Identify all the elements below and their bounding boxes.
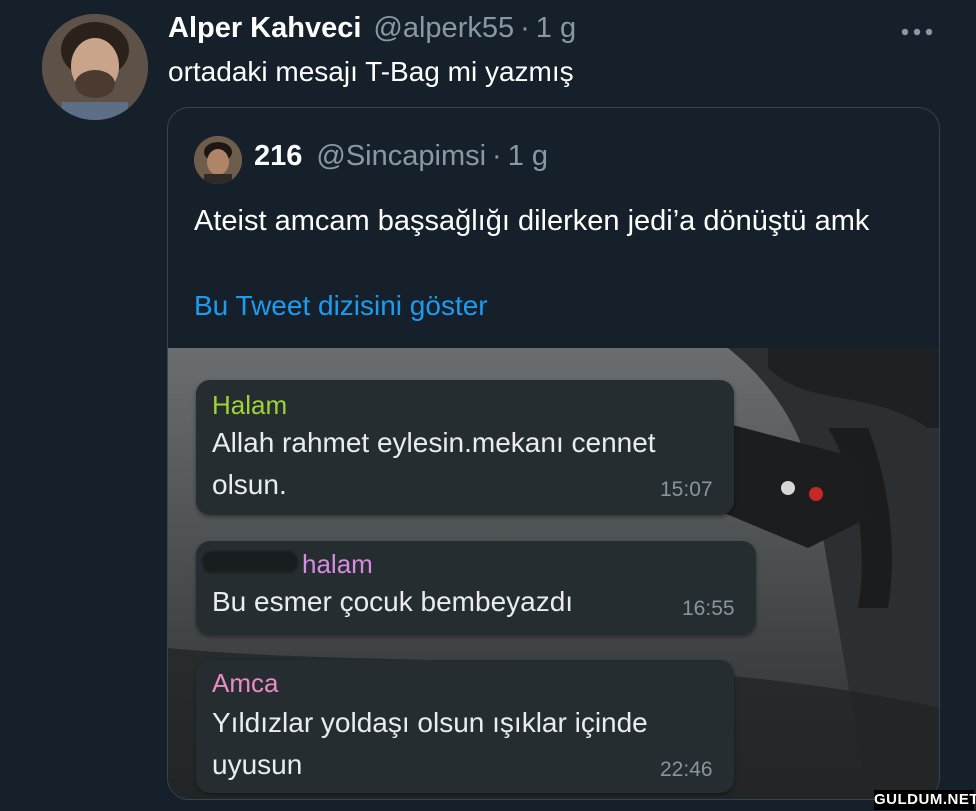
quoted-tweet-media[interactable]: Halam Allah rahmet eylesin.mekanı cennet… (168, 348, 939, 799)
quoted-author-handle: @Sincapimsi (316, 140, 487, 172)
author-handle[interactable]: @alperk55 (373, 12, 514, 45)
quoted-tweet-text: Ateist amcam başsağlığı dilerken jedi’a … (194, 205, 870, 237)
more-horizontal-icon[interactable] (900, 18, 940, 42)
chat-sender-name: halam (302, 549, 373, 579)
quoted-tweet-header: 216 @Sincapimsi · 1 g (254, 140, 548, 173)
separator-dot: · (520, 12, 530, 44)
redacted-name-blur (202, 551, 298, 573)
chat-message-time: 15:07 (660, 478, 713, 501)
chat-message-text: Bu esmer çocuk bembeyazdı (212, 586, 574, 617)
tweet-header: Alper Kahveci @alperk55 · 1 g (168, 12, 576, 52)
chat-message-time: 16:55 (682, 597, 735, 620)
tweet-text: ortadaki mesajı T-Bag mi yazmış (168, 56, 574, 87)
chat-message-text: Allah rahmet eylesin.mekanı cennet olsun… (212, 427, 656, 500)
chat-sender-name: Halam (212, 390, 288, 420)
quoted-tweet-card[interactable]: 216 @Sincapimsi · 1 g Ateist amcam başsa… (167, 107, 940, 800)
quoted-author-name: 216 (254, 140, 303, 172)
show-thread-link[interactable]: Bu Tweet dizisini göster (194, 290, 488, 322)
author-avatar[interactable] (42, 14, 148, 120)
quoted-separator-dot: · (492, 140, 502, 172)
tweet-timestamp[interactable]: 1 g (536, 12, 576, 45)
chat-sender-name: Amca (212, 668, 279, 698)
quoted-tweet-timestamp: 1 g (507, 140, 549, 172)
chat-message-time: 22:46 (660, 758, 713, 781)
chat-message-text: Yıldızlar yoldaşı olsun ışıklar içinde u… (212, 707, 648, 780)
chat-message-bubble: halam Bu esmer çocuk bembeyazdı 16:55 (196, 541, 756, 635)
chat-message-bubble: Halam Allah rahmet eylesin.mekanı cennet… (196, 380, 734, 515)
quoted-author-avatar (194, 136, 242, 184)
site-watermark: GULDUM.NET (874, 790, 976, 810)
author-name[interactable]: Alper Kahveci (168, 12, 361, 45)
chat-message-bubble: Amca Yıldızlar yoldaşı olsun ışıklar içi… (196, 660, 734, 793)
